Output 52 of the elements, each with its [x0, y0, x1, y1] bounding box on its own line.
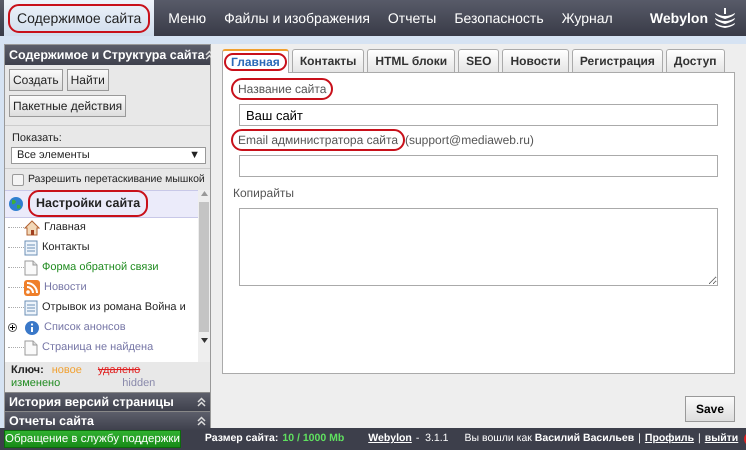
- tree-item[interactable]: Список анонсов: [44, 319, 126, 336]
- legend-item: hidden: [122, 376, 156, 390]
- show-label: Показать:: [11, 131, 63, 146]
- size-label: Размер сайта:: [204, 431, 278, 446]
- tab[interactable]: SEO: [458, 49, 500, 72]
- tab[interactable]: Новости: [502, 49, 569, 72]
- brand-name: Webylon: [650, 8, 708, 28]
- version-text: - 3.1.1: [416, 431, 449, 446]
- action-button[interactable]: Пакетные действия: [9, 95, 126, 117]
- legend-item: изменено: [11, 376, 60, 390]
- tab[interactable]: Доступ: [666, 49, 725, 72]
- menu-tab[interactable]: Отчеты: [378, 0, 446, 36]
- menu-tab[interactable]: Файлы и изображения: [215, 0, 379, 36]
- field-label: Email администратора сайта: [231, 129, 406, 151]
- tree-item[interactable]: Настройки сайта: [28, 190, 148, 217]
- menu-tab[interactable]: Журнал: [552, 0, 622, 36]
- product-link[interactable]: Webylon: [368, 431, 412, 447]
- input-field[interactable]: Ваш сайт: [239, 104, 718, 126]
- action-button[interactable]: Создать: [9, 69, 63, 91]
- menu-tab[interactable]: Безопасность: [445, 0, 553, 36]
- panel-header[interactable]: Отчеты сайта: [5, 411, 210, 430]
- tree-item[interactable]: Форма обратной связи: [42, 259, 159, 276]
- checkbox-label: Разрешить перетаскивание мышкой: [28, 172, 205, 186]
- tree-item[interactable]: Страница не найдена: [42, 339, 154, 356]
- tab[interactable]: HTML блоки: [367, 49, 456, 72]
- menu-tab[interactable]: Содержимое сайта: [4, 0, 154, 36]
- show-select[interactable]: Все элементы ▼: [11, 146, 206, 164]
- legend-item: удалено: [98, 364, 140, 377]
- tree-item[interactable]: Контакты: [42, 239, 90, 256]
- support-button[interactable]: Обращение в службу поддержки: [4, 430, 181, 448]
- tab[interactable]: Регистрация: [572, 49, 663, 72]
- save-button[interactable]: Save: [684, 396, 735, 422]
- size-value: 10 / 1000 Mb: [282, 431, 344, 446]
- panel-header[interactable]: Содержимое и Структура сайта: [5, 45, 210, 65]
- user-link[interactable]: выйти: [704, 431, 738, 447]
- tab[interactable]: Главная: [222, 49, 289, 73]
- separator: |: [638, 431, 641, 446]
- tab[interactable]: Контакты: [292, 49, 364, 72]
- tree-item[interactable]: Главная: [44, 219, 86, 236]
- menu-tab[interactable]: Меню: [159, 0, 216, 36]
- field-label: Название сайта: [231, 78, 334, 100]
- field-label: Копирайты: [233, 185, 294, 202]
- legend-item: новое: [52, 364, 82, 377]
- separator: |: [698, 431, 701, 446]
- legend-label: Ключ:: [11, 364, 44, 377]
- tree-item[interactable]: Новости: [44, 279, 87, 296]
- field-hint: (support@mediaweb.ru): [405, 132, 534, 149]
- panel-header[interactable]: История версий страницы: [5, 392, 210, 411]
- action-button[interactable]: Найти: [66, 69, 109, 91]
- tree-item[interactable]: Отрывок из романа Война и: [42, 299, 186, 316]
- user-link[interactable]: Профиль: [644, 431, 694, 447]
- user-text: Вы вошли как Василий Васильев: [464, 431, 634, 446]
